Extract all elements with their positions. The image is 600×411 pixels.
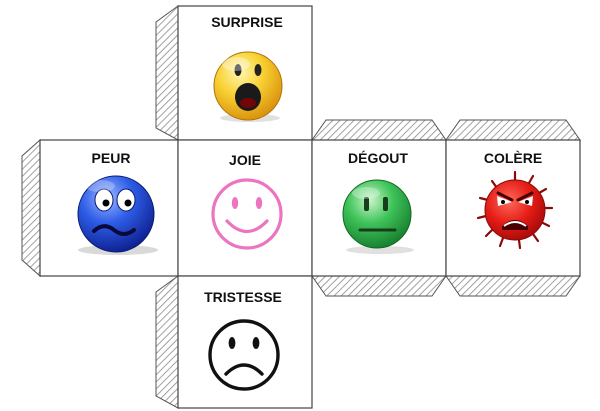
tab-degout-top: [311, 119, 447, 141]
tab-peur-left: [21, 138, 41, 278]
tab-colere-bottom: [445, 275, 581, 297]
label-surprise: SURPRISE: [211, 14, 283, 30]
label-peur: PEUR: [92, 150, 131, 166]
tab-colere-top: [445, 119, 581, 141]
tab-surprise-left: [155, 5, 179, 141]
tab-tristesse-left: [155, 275, 179, 409]
cube-net-diagram: SURPRISE PEUR JOIE DÉGOUT COLÈRE TRISTES…: [21, 5, 581, 409]
label-degout: DÉGOUT: [348, 150, 408, 166]
label-joie: JOIE: [229, 152, 261, 168]
tab-degout-bottom: [311, 275, 447, 297]
label-colere: COLÈRE: [484, 150, 542, 166]
label-tristesse: TRISTESSE: [204, 289, 282, 305]
